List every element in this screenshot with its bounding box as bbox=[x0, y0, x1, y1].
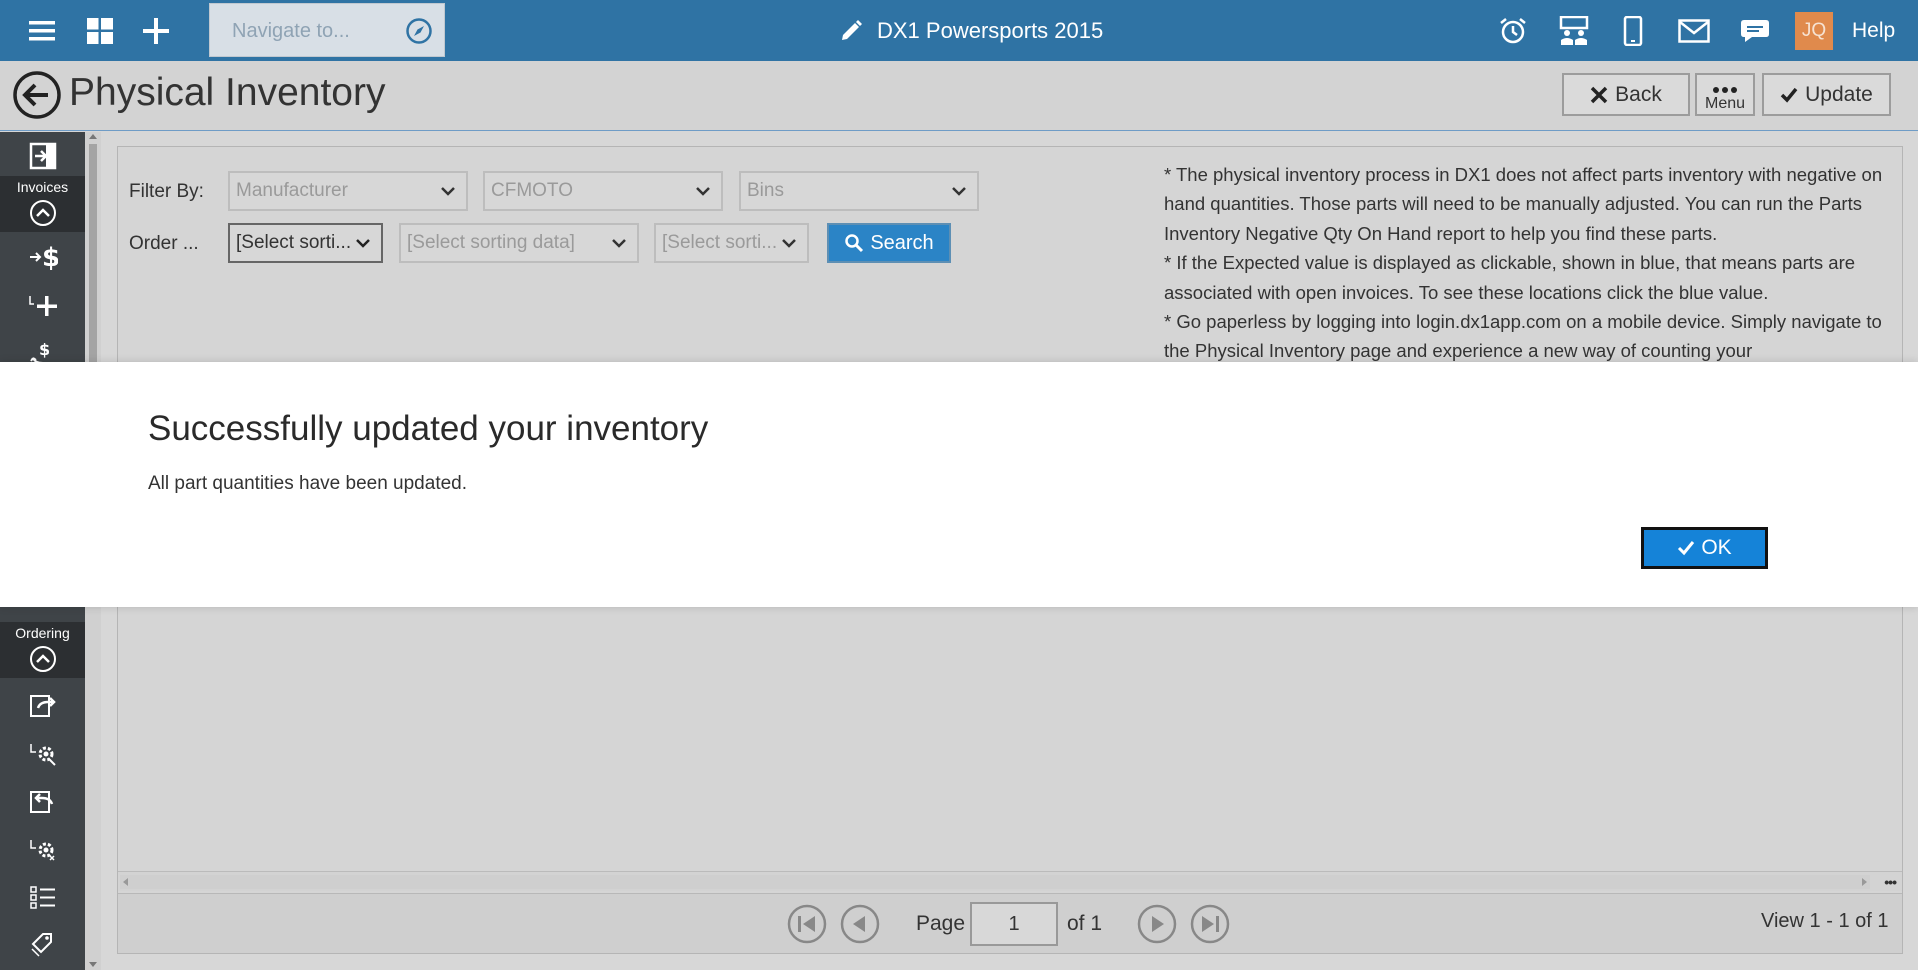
search-button-label: Search bbox=[870, 231, 934, 254]
dialog-title: Successfully updated your inventory bbox=[148, 409, 709, 448]
chevron-down-icon bbox=[952, 187, 966, 196]
select-value: [Select sorting data] bbox=[407, 232, 575, 253]
sidebar-section-ordering[interactable]: Ordering bbox=[0, 622, 85, 678]
mail-icon[interactable] bbox=[1675, 0, 1713, 61]
filter-bins-select[interactable]: Bins bbox=[739, 171, 979, 211]
filter-brand-select[interactable]: CFMOTO bbox=[483, 171, 723, 211]
chat-icon[interactable] bbox=[1736, 0, 1774, 61]
close-icon bbox=[1590, 86, 1608, 104]
app-title: DX1 Powersports 2015 bbox=[839, 0, 1103, 61]
previous-page-icon[interactable] bbox=[840, 904, 880, 944]
chevron-up-icon[interactable] bbox=[29, 199, 57, 227]
back-button-label: Back bbox=[1615, 82, 1662, 106]
search-button[interactable]: Search bbox=[827, 223, 951, 263]
checkmark-icon bbox=[1780, 87, 1798, 103]
svg-text:$: $ bbox=[42, 243, 58, 273]
grid-footer: ••• bbox=[118, 871, 1902, 891]
order-config-icon[interactable] bbox=[0, 828, 85, 872]
sidebar-section-invoices[interactable]: Invoices bbox=[0, 176, 85, 232]
top-bar: DX1 Powersports 2015 JQ Help bbox=[0, 0, 1918, 61]
scroll-right-arrow-icon[interactable] bbox=[1862, 878, 1867, 886]
scroll-up-arrow-icon[interactable] bbox=[89, 134, 97, 139]
chevron-down-icon bbox=[696, 187, 710, 196]
grid-options-icon[interactable]: ••• bbox=[1884, 874, 1897, 890]
avatar[interactable]: JQ bbox=[1795, 12, 1833, 50]
search-icon bbox=[845, 234, 864, 253]
chevron-down-icon bbox=[612, 239, 626, 248]
select-value: [Select sorti... bbox=[662, 232, 778, 253]
menu-button[interactable]: Menu bbox=[1695, 73, 1755, 116]
pencil-icon[interactable] bbox=[839, 19, 863, 43]
send-order-icon[interactable] bbox=[0, 684, 85, 728]
select-value: [Select sorti... bbox=[236, 232, 352, 253]
navigate-input[interactable] bbox=[232, 18, 402, 44]
select-value: Manufacturer bbox=[236, 180, 348, 201]
plus-icon[interactable] bbox=[136, 0, 176, 61]
help-link[interactable]: Help bbox=[1852, 0, 1895, 61]
sort-select-2[interactable]: [Select sorting data] bbox=[399, 223, 639, 263]
update-button[interactable]: Update bbox=[1762, 73, 1891, 116]
navigate-box[interactable] bbox=[209, 3, 445, 57]
horizontal-scrollbar[interactable] bbox=[120, 875, 1870, 889]
sidebar-section-label: Ordering bbox=[15, 625, 70, 641]
alarm-clock-icon[interactable] bbox=[1495, 0, 1531, 61]
price-tag-icon[interactable] bbox=[0, 922, 85, 966]
checklist-icon[interactable] bbox=[0, 876, 85, 920]
next-page-icon[interactable] bbox=[1137, 904, 1177, 944]
last-page-icon[interactable] bbox=[1190, 904, 1230, 944]
inventory-notes: * The physical inventory process in DX1 … bbox=[1164, 164, 1883, 362]
back-arrow-icon[interactable] bbox=[12, 70, 62, 120]
scroll-down-arrow-icon[interactable] bbox=[89, 962, 97, 967]
filter-by-label: Filter By: bbox=[129, 181, 204, 202]
ok-button[interactable]: OK bbox=[1641, 527, 1768, 569]
sort-select-3[interactable]: [Select sorti... bbox=[654, 223, 809, 263]
scrollbar-thumb[interactable] bbox=[89, 144, 97, 382]
pager: Page of 1 View 1 - 1 of 1 bbox=[118, 893, 1902, 953]
dashboard-grid-icon[interactable] bbox=[80, 0, 120, 61]
first-page-icon[interactable] bbox=[787, 904, 827, 944]
chevron-down-icon bbox=[356, 239, 370, 248]
page-number-input[interactable] bbox=[970, 902, 1058, 946]
exit-icon[interactable] bbox=[0, 136, 85, 176]
checkmark-icon bbox=[1678, 541, 1695, 556]
ok-button-label: OK bbox=[1701, 536, 1732, 559]
add-invoice-icon[interactable] bbox=[0, 284, 85, 328]
sidebar-section-label: Invoices bbox=[16, 179, 69, 195]
page-title: Physical Inventory bbox=[69, 71, 386, 114]
page-label: Page bbox=[916, 912, 966, 935]
view-range-label: View 1 - 1 of 1 bbox=[1761, 910, 1889, 932]
page-count-label: of 1 bbox=[1067, 912, 1103, 935]
select-value: Bins bbox=[747, 180, 784, 201]
receive-order-icon[interactable] bbox=[0, 780, 85, 824]
chevron-down-icon bbox=[441, 187, 455, 196]
update-button-label: Update bbox=[1805, 82, 1873, 106]
hamburger-menu-icon[interactable] bbox=[22, 0, 62, 61]
select-value: CFMOTO bbox=[491, 180, 573, 201]
back-button[interactable]: Back bbox=[1562, 73, 1690, 116]
success-dialog: Successfully updated your inventory All … bbox=[0, 362, 1918, 607]
filter-manufacturer-select[interactable]: Manufacturer bbox=[228, 171, 468, 211]
invoice-dollar-icon[interactable]: $ bbox=[0, 236, 85, 280]
sort-select-1[interactable]: [Select sorti... bbox=[228, 223, 383, 263]
chevron-up-icon[interactable] bbox=[29, 645, 57, 673]
mobile-phone-icon[interactable] bbox=[1617, 0, 1649, 61]
menu-button-label: Menu bbox=[1704, 94, 1746, 112]
order-settings-icon[interactable] bbox=[0, 732, 85, 776]
app-title-text: DX1 Powersports 2015 bbox=[877, 17, 1104, 43]
dialog-message: All part quantities have been updated. bbox=[148, 473, 468, 494]
svg-text:$: $ bbox=[39, 340, 50, 359]
chevron-down-icon bbox=[782, 239, 796, 248]
order-by-label: Order ... bbox=[129, 233, 199, 254]
page-header: Physical Inventory Back Menu Update bbox=[0, 61, 1918, 131]
compass-icon[interactable] bbox=[405, 17, 433, 45]
presentation-icon[interactable] bbox=[1555, 0, 1593, 61]
scroll-left-arrow-icon[interactable] bbox=[123, 878, 128, 886]
